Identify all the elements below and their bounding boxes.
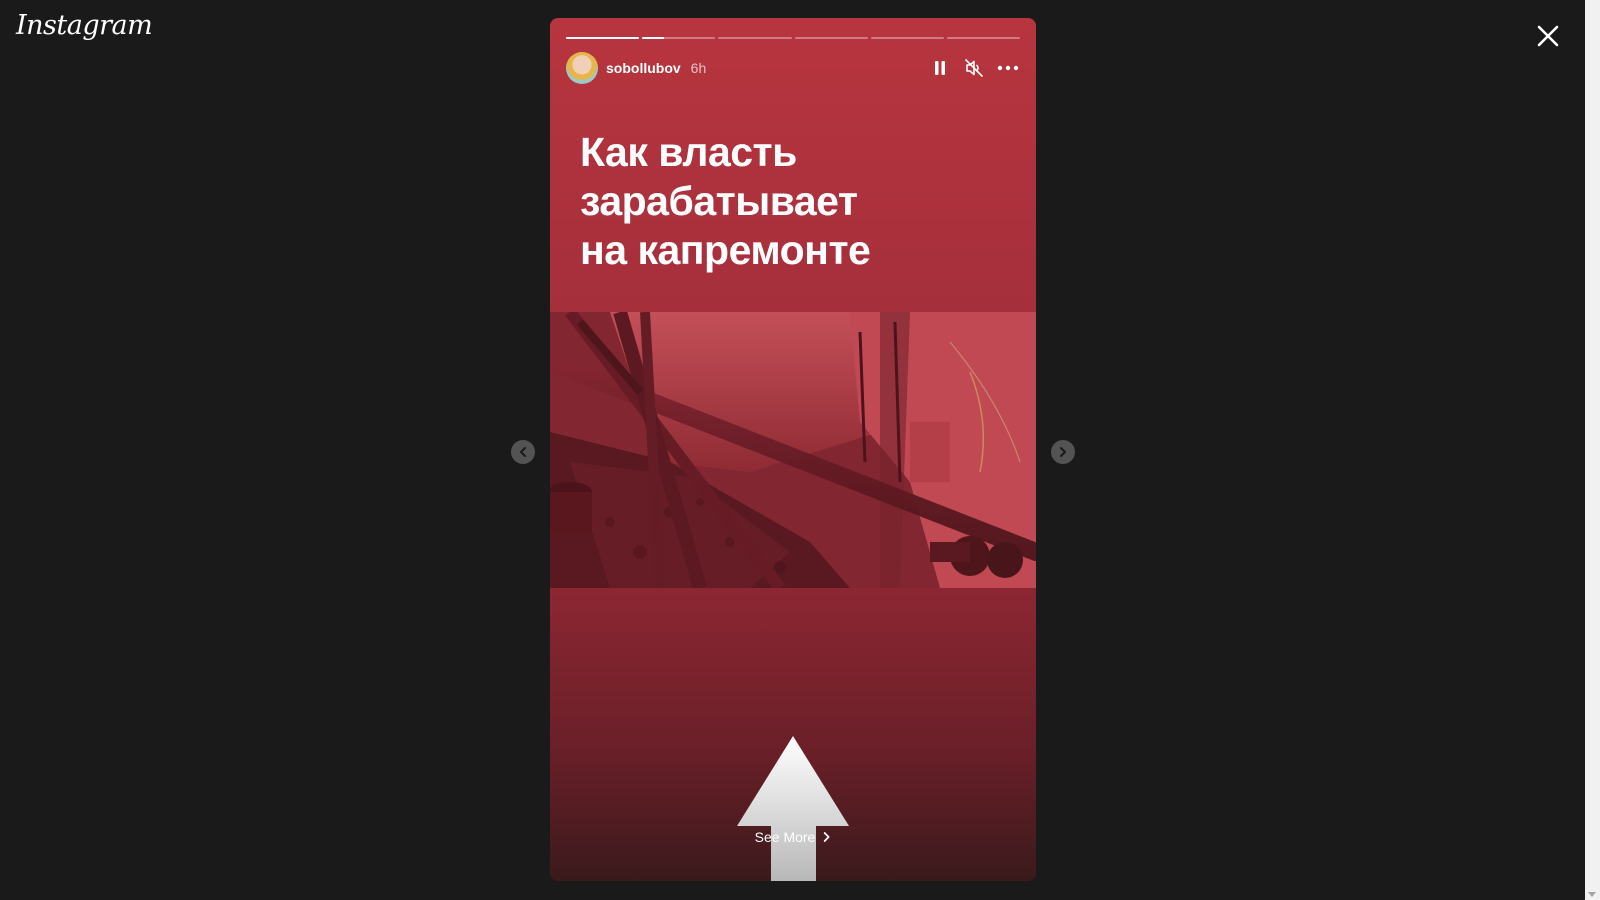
progress-segment (642, 37, 716, 39)
more-options-icon (997, 65, 1019, 71)
more-options-button[interactable] (996, 56, 1020, 80)
story-header: sobollubov 6h (566, 52, 1020, 84)
avatar[interactable] (566, 52, 598, 84)
chevron-right-icon (1060, 447, 1066, 457)
progress-segment (870, 37, 944, 39)
close-icon (1537, 25, 1559, 47)
progress-segment (794, 37, 868, 39)
story-photo (550, 312, 1036, 588)
see-more-label: See More (754, 829, 816, 845)
progress-segment (946, 37, 1021, 39)
page-scrollbar[interactable] (1585, 0, 1600, 900)
username[interactable]: sobollubov (606, 60, 681, 76)
muted-speaker-icon (965, 59, 983, 77)
see-more-area[interactable]: See More (550, 736, 1036, 881)
swipe-up-arrow-icon (737, 736, 849, 881)
pause-icon (935, 61, 945, 75)
previous-story-button[interactable] (511, 440, 535, 464)
see-more-link[interactable]: See More (755, 829, 832, 845)
chevron-right-icon (823, 832, 830, 842)
story-card[interactable]: sobollubov 6h Как власть зарабатывает на… (550, 18, 1036, 881)
mute-button[interactable] (962, 56, 986, 80)
next-story-button[interactable] (1051, 440, 1075, 464)
close-button[interactable] (1532, 20, 1564, 52)
story-headline: Как власть зарабатывает на капремонте (580, 128, 1010, 275)
story-progress-bar (566, 37, 1021, 39)
instagram-logo[interactable]: Instagram (16, 10, 153, 41)
headline-line: Как власть (580, 129, 797, 175)
progress-segment (718, 37, 792, 39)
headline-line: зарабатывает (580, 178, 858, 224)
story-timestamp: 6h (690, 60, 707, 76)
progress-segment (566, 37, 640, 39)
pause-button[interactable] (928, 56, 952, 80)
scroll-down-arrow-icon[interactable] (1588, 892, 1596, 897)
chevron-left-icon (520, 447, 526, 457)
headline-line: на капремонте (580, 227, 871, 273)
